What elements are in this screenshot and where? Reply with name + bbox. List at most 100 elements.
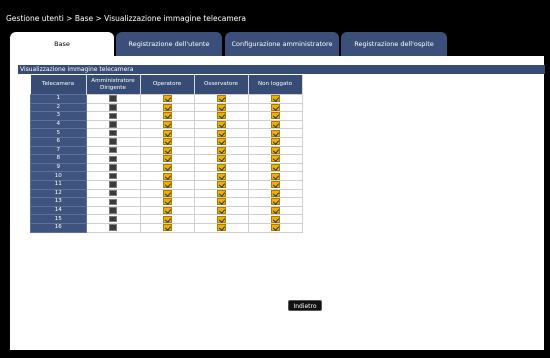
tab-user-registration[interactable]: Registrazione dell'utente <box>116 32 222 56</box>
checkbox-checked-icon[interactable] <box>270 121 280 129</box>
not-logged-checkbox-cell <box>247 154 303 164</box>
checkbox-checked-icon[interactable] <box>162 155 172 163</box>
operator-checkbox-cell <box>139 154 195 164</box>
tab-admin-configuration[interactable]: Configurazione amministratore <box>225 32 339 56</box>
not-logged-checkbox-cell <box>247 119 303 130</box>
observer-checkbox-cell <box>193 111 249 121</box>
checkbox-checked-icon[interactable] <box>270 189 280 197</box>
checkbox-checked-icon[interactable] <box>270 138 280 146</box>
checkbox-checked-icon[interactable] <box>216 164 226 172</box>
operator-checkbox-cell <box>139 128 195 138</box>
not-logged-checkbox-cell <box>247 128 303 138</box>
header-admin-line1: Amministratore <box>91 77 135 84</box>
camera-number: 16 <box>30 222 87 233</box>
checkbox-checked-icon[interactable] <box>216 112 226 120</box>
table-row: 10 <box>30 171 303 181</box>
admin-checkbox-cell <box>85 205 141 216</box>
checkbox-checked-icon[interactable] <box>270 215 280 223</box>
checkbox-checked-icon[interactable] <box>270 95 280 103</box>
operator-checkbox-cell <box>139 102 195 113</box>
checkbox-checked-icon[interactable] <box>216 95 226 103</box>
admin-checkbox-cell <box>85 102 141 113</box>
table-row: 13 <box>30 197 303 207</box>
checkbox-disabled-icon <box>109 146 117 154</box>
checkbox-checked-icon[interactable] <box>216 189 226 197</box>
checkbox-checked-icon[interactable] <box>270 207 280 215</box>
operator-checkbox-cell <box>139 188 195 199</box>
admin-checkbox-cell <box>85 222 141 233</box>
camera-number: 3 <box>30 111 87 121</box>
not-logged-checkbox-cell <box>247 102 303 113</box>
checkbox-checked-icon[interactable] <box>270 146 280 154</box>
observer-checkbox-cell <box>193 162 249 173</box>
checkbox-checked-icon[interactable] <box>162 112 172 120</box>
checkbox-checked-icon[interactable] <box>162 181 172 189</box>
checkbox-checked-icon[interactable] <box>270 155 280 163</box>
checkbox-checked-icon[interactable] <box>270 172 280 180</box>
checkbox-checked-icon[interactable] <box>216 146 226 154</box>
checkbox-checked-icon[interactable] <box>216 215 226 223</box>
checkbox-disabled-icon <box>109 104 117 111</box>
checkbox-checked-icon[interactable] <box>216 207 226 215</box>
checkbox-checked-icon[interactable] <box>162 172 172 180</box>
observer-checkbox-cell <box>193 222 249 233</box>
admin-checkbox-cell <box>85 94 141 104</box>
observer-checkbox-cell <box>193 128 249 138</box>
admin-checkbox-cell <box>85 214 141 224</box>
camera-number: 10 <box>30 171 87 181</box>
checkbox-disabled-icon <box>109 181 117 188</box>
checkbox-checked-icon[interactable] <box>162 164 172 172</box>
checkbox-checked-icon[interactable] <box>216 181 226 189</box>
checkbox-checked-icon[interactable] <box>162 189 172 197</box>
observer-checkbox-cell <box>193 94 249 104</box>
not-logged-checkbox-cell <box>247 145 303 156</box>
checkbox-checked-icon[interactable] <box>216 224 226 232</box>
checkbox-disabled-icon <box>109 172 117 180</box>
checkbox-checked-icon[interactable] <box>270 112 280 120</box>
header-camera: Telecamera <box>30 75 87 95</box>
checkbox-checked-icon[interactable] <box>270 181 280 189</box>
checkbox-checked-icon[interactable] <box>216 103 226 111</box>
checkbox-checked-icon[interactable] <box>216 129 226 137</box>
checkbox-checked-icon[interactable] <box>216 172 226 180</box>
table-row: 11 <box>30 179 303 190</box>
not-logged-checkbox-cell <box>247 188 303 199</box>
not-logged-checkbox-cell <box>247 205 303 216</box>
tab-guest-registration[interactable]: Registrazione dell'ospite <box>341 32 447 56</box>
checkbox-checked-icon[interactable] <box>162 95 172 103</box>
checkbox-checked-icon[interactable] <box>162 121 172 129</box>
not-logged-checkbox-cell <box>247 214 303 224</box>
back-button[interactable]: Indietro <box>288 300 322 311</box>
header-observer: Osservatore <box>194 75 249 95</box>
checkbox-checked-icon[interactable] <box>270 103 280 111</box>
checkbox-checked-icon[interactable] <box>162 198 172 206</box>
observer-checkbox-cell <box>193 136 249 147</box>
not-logged-checkbox-cell <box>247 162 303 173</box>
checkbox-checked-icon[interactable] <box>216 155 226 163</box>
operator-checkbox-cell <box>139 145 195 156</box>
checkbox-checked-icon[interactable] <box>270 164 280 172</box>
observer-checkbox-cell <box>193 102 249 113</box>
header-operator: Operatore <box>140 75 195 95</box>
checkbox-checked-icon[interactable] <box>270 224 280 232</box>
camera-number: 14 <box>30 205 87 216</box>
table-row: 6 <box>30 136 303 147</box>
header-not-logged: Non loggato <box>248 75 303 95</box>
checkbox-checked-icon[interactable] <box>270 198 280 206</box>
checkbox-checked-icon[interactable] <box>162 215 172 223</box>
checkbox-checked-icon[interactable] <box>216 121 226 129</box>
tab-base[interactable]: Base <box>10 32 114 58</box>
checkbox-checked-icon[interactable] <box>162 103 172 111</box>
breadcrumb: Gestione utenti > Base > Visualizzazione… <box>6 14 246 23</box>
checkbox-checked-icon[interactable] <box>162 129 172 137</box>
checkbox-checked-icon[interactable] <box>162 224 172 232</box>
checkbox-checked-icon[interactable] <box>162 146 172 154</box>
not-logged-checkbox-cell <box>247 136 303 147</box>
checkbox-checked-icon[interactable] <box>270 129 280 137</box>
checkbox-checked-icon[interactable] <box>216 138 226 146</box>
checkbox-checked-icon[interactable] <box>162 138 172 146</box>
checkbox-checked-icon[interactable] <box>216 198 226 206</box>
checkbox-checked-icon[interactable] <box>162 207 172 215</box>
checkbox-disabled-icon <box>109 189 117 197</box>
observer-checkbox-cell <box>193 119 249 130</box>
